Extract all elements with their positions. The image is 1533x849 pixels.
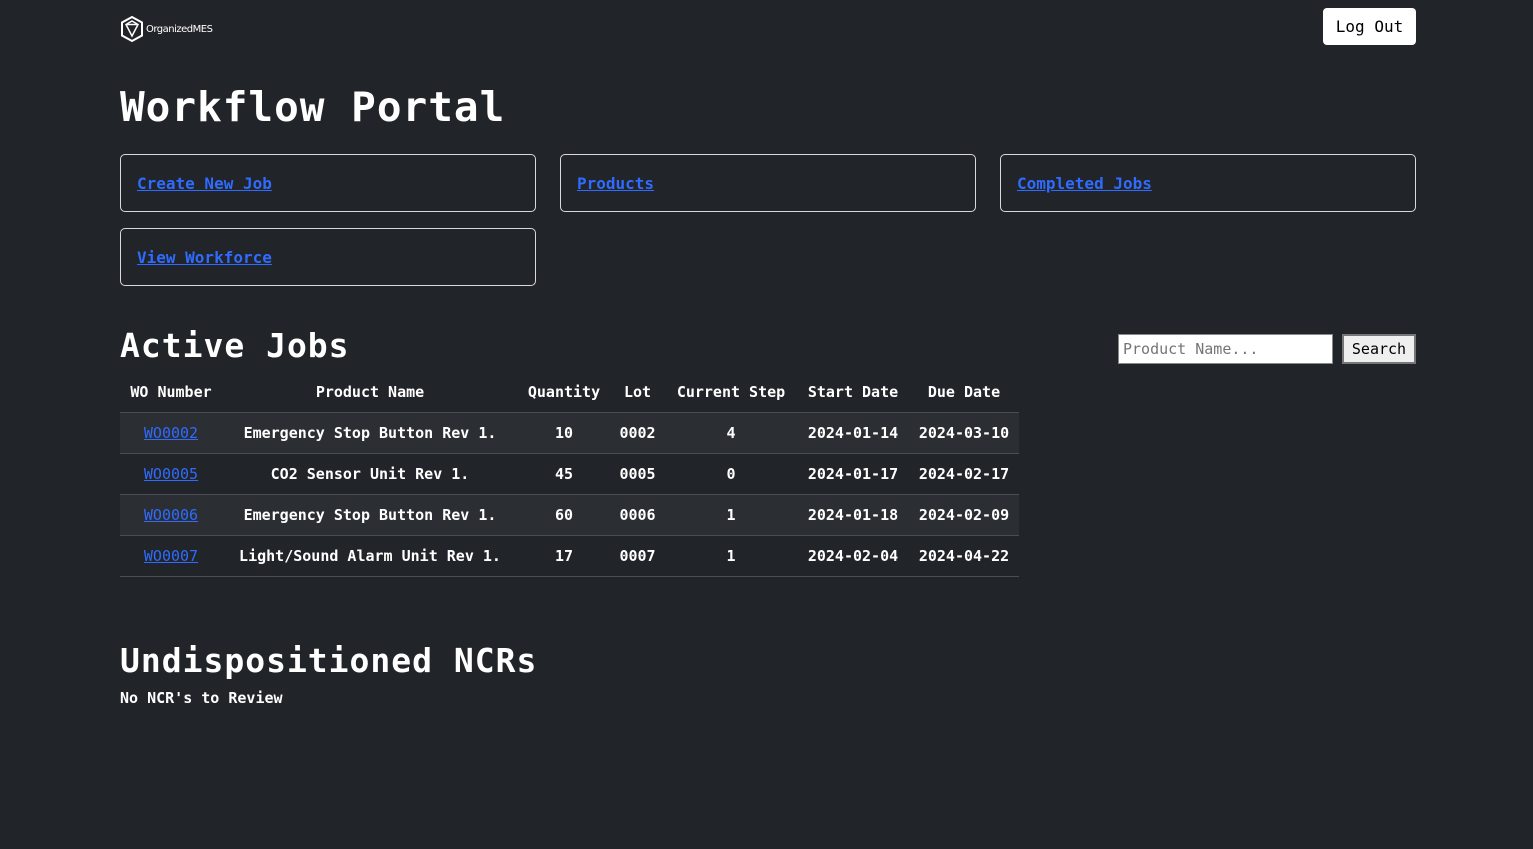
product-search-input[interactable] <box>1118 334 1333 364</box>
product-name-cell: Emergency Stop Button Rev 1. <box>222 494 518 536</box>
table-row: WO0005 CO2 Sensor Unit Rev 1. 45 0005 0 … <box>120 453 1019 495</box>
product-name-cell: Light/Sound Alarm Unit Rev 1. <box>222 535 518 577</box>
lot-cell: 0002 <box>610 412 665 454</box>
current-step-cell: 4 <box>665 412 797 454</box>
table-header-row: WO Number Product Name Quantity Lot Curr… <box>120 372 1019 413</box>
active-jobs-table: WO Number Product Name Quantity Lot Curr… <box>120 372 1019 577</box>
column-header-due-date[interactable]: Due Date <box>909 372 1019 413</box>
ncrs-heading: Undispositioned NCRs <box>120 641 538 680</box>
column-header-wo-number[interactable]: WO Number <box>120 372 222 413</box>
wo-number-link[interactable]: WO0006 <box>144 506 198 524</box>
column-header-quantity[interactable]: Quantity <box>518 372 610 413</box>
logo-icon <box>121 16 143 42</box>
logo-text: OrganizedMES <box>146 23 213 35</box>
lot-cell: 0007 <box>610 535 665 577</box>
due-date-cell: 2024-02-09 <box>909 494 1019 536</box>
start-date-cell: 2024-01-18 <box>797 494 909 536</box>
current-step-cell: 0 <box>665 453 797 495</box>
wo-number-link[interactable]: WO0007 <box>144 547 198 565</box>
product-name-cell: CO2 Sensor Unit Rev 1. <box>222 453 518 495</box>
current-step-cell: 1 <box>665 494 797 536</box>
view-workforce-link[interactable]: View Workforce <box>137 248 272 267</box>
wo-number-cell: WO0005 <box>120 453 222 495</box>
lot-cell: 0006 <box>610 494 665 536</box>
wo-number-cell: WO0002 <box>120 412 222 454</box>
search-button[interactable]: Search <box>1342 334 1416 364</box>
completed-jobs-link[interactable]: Completed Jobs <box>1017 174 1152 193</box>
wo-number-link[interactable]: WO0005 <box>144 465 198 483</box>
table-row: WO0006 Emergency Stop Button Rev 1. 60 0… <box>120 494 1019 536</box>
nav-card-view-workforce: View Workforce <box>120 228 536 286</box>
column-header-current-step[interactable]: Current Step <box>665 372 797 413</box>
due-date-cell: 2024-03-10 <box>909 412 1019 454</box>
active-jobs-heading: Active Jobs <box>120 326 350 365</box>
nav-card-products: Products <box>560 154 976 212</box>
table-row: WO0007 Light/Sound Alarm Unit Rev 1. 17 … <box>120 535 1019 577</box>
table-row: WO0002 Emergency Stop Button Rev 1. 10 0… <box>120 412 1019 454</box>
page-title: Workflow Portal <box>120 83 506 131</box>
nav-card-completed-jobs: Completed Jobs <box>1000 154 1416 212</box>
logout-button[interactable]: Log Out <box>1323 8 1416 45</box>
nav-card-create-new-job: Create New Job <box>120 154 536 212</box>
quantity-cell: 45 <box>518 453 610 495</box>
ncrs-empty-message: No NCR's to Review <box>120 689 283 707</box>
product-name-cell: Emergency Stop Button Rev 1. <box>222 412 518 454</box>
products-link[interactable]: Products <box>577 174 654 193</box>
due-date-cell: 2024-04-22 <box>909 535 1019 577</box>
wo-number-cell: WO0006 <box>120 494 222 536</box>
logo[interactable]: OrganizedMES <box>120 16 213 42</box>
wo-number-cell: WO0007 <box>120 535 222 577</box>
due-date-cell: 2024-02-17 <box>909 453 1019 495</box>
quantity-cell: 17 <box>518 535 610 577</box>
quantity-cell: 10 <box>518 412 610 454</box>
column-header-lot[interactable]: Lot <box>610 372 665 413</box>
current-step-cell: 1 <box>665 535 797 577</box>
lot-cell: 0005 <box>610 453 665 495</box>
wo-number-link[interactable]: WO0002 <box>144 424 198 442</box>
create-new-job-link[interactable]: Create New Job <box>137 174 272 193</box>
quantity-cell: 60 <box>518 494 610 536</box>
column-header-start-date[interactable]: Start Date <box>797 372 909 413</box>
column-header-product-name[interactable]: Product Name <box>222 372 518 413</box>
start-date-cell: 2024-02-04 <box>797 535 909 577</box>
page: OrganizedMES Log Out Workflow Portal Cre… <box>0 0 1533 849</box>
start-date-cell: 2024-01-14 <box>797 412 909 454</box>
start-date-cell: 2024-01-17 <box>797 453 909 495</box>
